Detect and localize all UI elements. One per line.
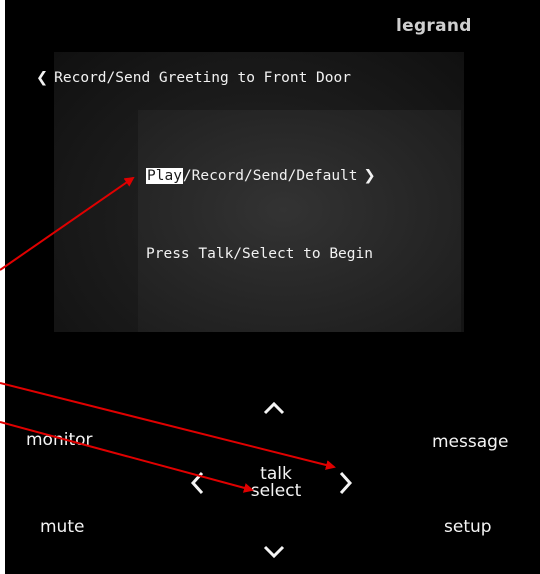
instruction-text: Press Talk/Select to Begin bbox=[146, 246, 373, 262]
next-option-chevron-icon[interactable]: ❯ bbox=[364, 168, 376, 184]
greeting-options[interactable]: Play/Record/Send/Default ❯ bbox=[146, 168, 376, 184]
screen-title-text: Record/Send Greeting to Front Door bbox=[54, 70, 351, 86]
setup-button[interactable]: setup bbox=[444, 517, 492, 537]
selected-option[interactable]: Play bbox=[146, 168, 183, 184]
screen-title: ❮ Record/Send Greeting to Front Door bbox=[36, 70, 351, 86]
chevron-up-icon[interactable] bbox=[262, 400, 286, 416]
chevron-left-icon[interactable] bbox=[189, 470, 205, 496]
mute-button[interactable]: mute bbox=[40, 517, 84, 537]
other-options: /Record/Send/Default bbox=[182, 168, 358, 184]
monitor-button[interactable]: monitor bbox=[26, 430, 93, 450]
menu-panel bbox=[138, 110, 461, 332]
talk-select-button[interactable]: talk select bbox=[240, 466, 312, 500]
chevron-right-icon[interactable] bbox=[338, 470, 354, 496]
chevron-down-icon[interactable] bbox=[262, 544, 286, 560]
brand-logo: legrand bbox=[396, 16, 472, 36]
select-label: select bbox=[250, 481, 302, 501]
message-button[interactable]: message bbox=[432, 432, 508, 452]
back-chevron-icon[interactable]: ❮ bbox=[36, 70, 48, 86]
